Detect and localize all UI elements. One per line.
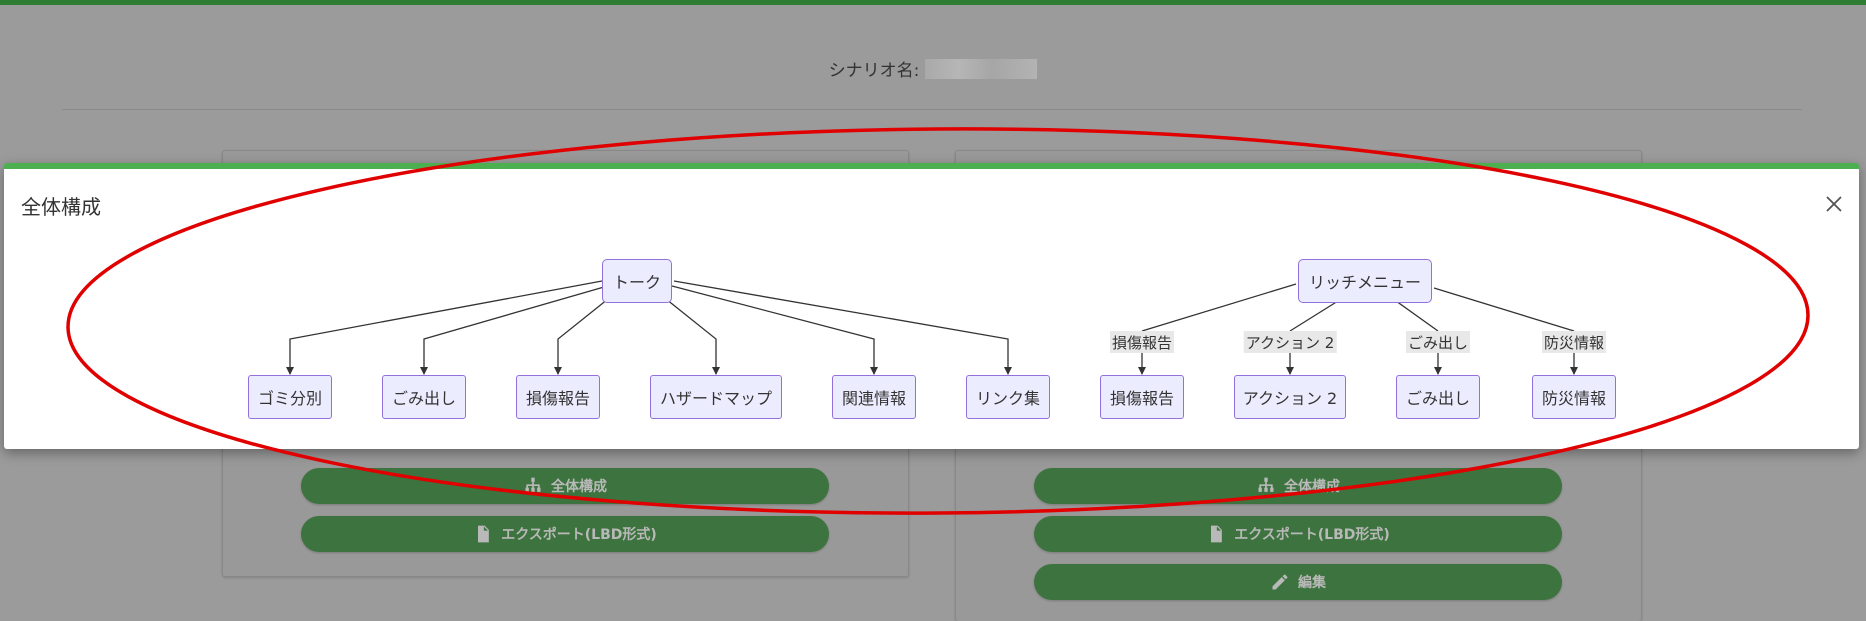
edge-rich-3	[1395, 300, 1439, 332]
node-richmenu-child-3[interactable]: ごみ出し	[1396, 375, 1480, 419]
node-talk-child-4[interactable]: ハザードマップ	[650, 375, 782, 419]
divider	[62, 109, 1802, 110]
export-button-left[interactable]: エクスポート(LBD形式)	[301, 516, 829, 552]
structure-button-right[interactable]: 全体構成	[1034, 468, 1562, 504]
edit-button-right[interactable]: 編集	[1034, 564, 1562, 600]
node-richmenu-child-2[interactable]: アクション 2	[1234, 375, 1346, 419]
edge-talk-2	[420, 286, 605, 375]
scenario-name-redacted	[925, 58, 1038, 79]
node-talk-root[interactable]: トーク	[602, 259, 672, 303]
edit-button-label: 編集	[1298, 575, 1326, 591]
node-talk-child-3[interactable]: 損傷報告	[516, 375, 600, 419]
node-richmenu-child-1[interactable]: 損傷報告	[1100, 375, 1184, 419]
file-export-icon	[478, 525, 490, 543]
node-richmenu-child-4[interactable]: 防災情報	[1532, 375, 1616, 419]
scenario-name-label: シナリオ名:	[828, 61, 920, 81]
node-richmenu-root[interactable]: リッチメニュー	[1298, 259, 1432, 303]
pencil-icon	[1272, 574, 1288, 590]
edge-rich-2	[1289, 300, 1339, 332]
structure-diagram: トーク ゴミ分別 ごみ出し 損傷報告 ハザードマップ 関連情報 リンク集 リッチ…	[4, 169, 1859, 449]
edge-label-1: 損傷報告	[1109, 331, 1175, 353]
top-accent-bar	[0, 0, 1866, 5]
edge-talk-3	[554, 298, 609, 375]
edge-talk-1	[286, 280, 603, 375]
structure-modal: 全体構成 トーク ゴミ分別 ごみ出し 損傷報告 ハザードマップ 関連情報 リンク…	[4, 163, 1859, 449]
node-talk-child-2[interactable]: ごみ出し	[382, 375, 466, 419]
edge-talk-5	[671, 285, 878, 375]
export-button-right[interactable]: エクスポート(LBD形式)	[1034, 516, 1562, 552]
structure-button-label: 全体構成	[551, 479, 607, 495]
edge-label-3: ごみ出し	[1405, 331, 1471, 353]
structure-button-label: 全体構成	[1284, 479, 1340, 495]
edge-rich-1	[1141, 283, 1297, 332]
export-button-label: エクスポート(LBD形式)	[501, 527, 657, 543]
file-export-icon	[1211, 525, 1223, 543]
node-talk-child-1[interactable]: ゴミ分別	[248, 375, 332, 419]
sitemap-icon	[1258, 477, 1274, 492]
edge-rich-4	[1433, 287, 1575, 332]
structure-button-left[interactable]: 全体構成	[301, 468, 829, 504]
node-talk-child-6[interactable]: リンク集	[966, 375, 1050, 419]
edge-label-4: 防災情報	[1541, 331, 1607, 353]
edge-talk-6	[673, 280, 1012, 375]
scenario-name: シナリオ名:	[0, 56, 1866, 81]
node-talk-child-5[interactable]: 関連情報	[832, 375, 916, 419]
edge-talk-4	[665, 298, 720, 375]
edge-label-2: アクション 2	[1243, 331, 1337, 353]
export-button-label: エクスポート(LBD形式)	[1234, 527, 1390, 543]
sitemap-icon	[525, 477, 541, 492]
